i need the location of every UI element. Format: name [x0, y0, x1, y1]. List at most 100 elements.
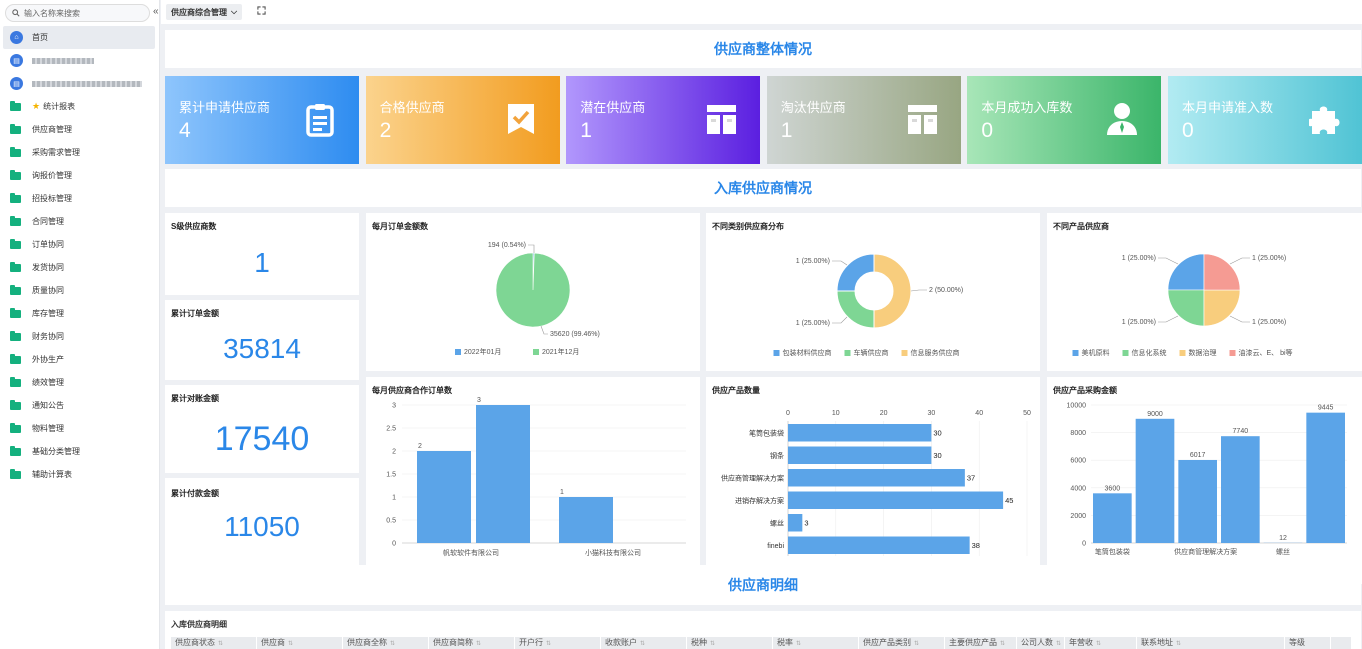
folder-icon: [10, 399, 21, 410]
data-label: 45: [1005, 496, 1013, 505]
sidebar-item[interactable]: 财务协同: [0, 325, 160, 348]
table-column-header[interactable]: 税率 ⇅: [773, 637, 859, 649]
sidebar-item[interactable]: 质量协同: [0, 279, 160, 302]
sidebar-item-label: 辅助计算表: [32, 470, 72, 479]
sort-icon[interactable]: ⇅: [640, 641, 645, 647]
table-column-header[interactable]: 供应产品类别 ⇅: [859, 637, 945, 649]
table-column-header[interactable]: 税种 ⇅: [687, 637, 773, 649]
chevron-down-icon[interactable]: ⌵: [231, 7, 237, 17]
slice-label: 1 (25.00%): [796, 320, 830, 327]
chart-card-monthly-order: 每月订单金额数 194 (0.54%) 35620 (99.46%) 2022年01…: [366, 213, 700, 371]
table-column-header[interactable]: 等级: [1285, 637, 1331, 649]
product-amount-bar-chart: 0 2000 4000 6000 8000 10000 3600 笔筒包装袋 9000 6017 供…: [1067, 403, 1347, 577]
legend-swatch: [844, 350, 851, 356]
sidebar-item[interactable]: 发货协同: [0, 256, 160, 279]
chart-title: 不同产品供应商: [1053, 222, 1109, 231]
slice-label: 194 (0.54%): [488, 242, 526, 249]
sidebar-item[interactable]: 询报价管理: [0, 164, 160, 187]
y-tick-label: 进销存解决方案: [735, 496, 784, 505]
leader-line: [1158, 315, 1179, 323]
sidebar-item-label: 首页: [32, 33, 48, 42]
table-column-header[interactable]: 主要供应产品 ⇅: [945, 637, 1017, 649]
sidebar-item[interactable]: 招投标管理: [0, 187, 160, 210]
table-column-header[interactable]: 供应商 ⇅: [257, 637, 343, 649]
table-column-header[interactable]: 公司人数 ⇅: [1017, 637, 1065, 649]
sidebar-item[interactable]: 订单协同: [0, 233, 160, 256]
y-tick-label: 2.5: [386, 426, 396, 433]
chart-card-category-dist: 不同类别供应商分布 1 (25.00%) 1 (25.00%) 2 (50.00%)…: [706, 213, 1040, 371]
sidebar-item-label: 通知公告: [32, 401, 64, 410]
sort-icon[interactable]: ⇅: [218, 641, 223, 647]
tab-supplier-overview[interactable]: 供应商综合管理 ⌵: [166, 4, 243, 20]
sort-icon[interactable]: ⇅: [546, 641, 551, 647]
table-column-header[interactable]: 供应商全称 ⇅: [343, 637, 429, 649]
chart-title: 供应产品数量: [712, 386, 760, 395]
pie-slice: [1203, 289, 1241, 327]
column-label: 等级: [1289, 638, 1305, 647]
sidebar-item[interactable]: 绩效管理: [0, 371, 160, 394]
sidebar-menu: ⌂ 首页 ▤ ▤ ★ 统计报表 供应商管理 采购需求管理 询报价管理 招投标管理 合同管理 订单协同发…: [0, 26, 160, 486]
sort-icon[interactable]: ⇅: [914, 641, 919, 647]
table-column-header[interactable]: 联系地址 ⇅: [1137, 637, 1285, 649]
redacted-label: [32, 57, 94, 64]
table-column-header[interactable]: 供应商状态 ⇅: [171, 637, 257, 649]
column-label: 开户行: [519, 638, 543, 647]
sidebar-item[interactable]: 物料管理: [0, 417, 160, 440]
table-column-header[interactable]: 收款账户 ⇅: [601, 637, 687, 649]
search-input[interactable]: [24, 8, 134, 18]
fullscreen-icon[interactable]: [257, 6, 266, 15]
data-label: 30: [933, 428, 941, 437]
sidebar-item[interactable]: 合同管理: [0, 210, 160, 233]
sidebar-item[interactable]: 辅助计算表: [0, 463, 160, 486]
legend-label: 信息服务供应商: [911, 348, 960, 357]
donut-slice: [836, 290, 875, 329]
sort-icon[interactable]: ⇅: [1056, 641, 1061, 647]
sort-icon[interactable]: ⇅: [796, 641, 801, 647]
grid-icon: [907, 105, 937, 134]
sort-icon[interactable]: ⇅: [390, 641, 395, 647]
sort-icon[interactable]: ⇅: [476, 641, 481, 647]
dashboard: 供应商整体情况 累计申请供应商 4 合格供应商 2 潜在供应商 1 淘汰供应商 1 本月成功入库…: [164, 30, 1362, 649]
sort-icon[interactable]: ⇅: [288, 641, 293, 647]
sidebar-item-label: 外协生产: [32, 355, 64, 364]
table-column-header[interactable]: 开户行 ⇅: [515, 637, 601, 649]
table-column-header[interactable]: 年营收 ⇅: [1065, 637, 1137, 649]
table-column-header[interactable]: 供应商简称 ⇅: [429, 637, 515, 649]
column-label: 供应商状态: [175, 638, 215, 647]
donut-slice: [873, 253, 912, 329]
data-label: 3: [477, 397, 481, 404]
sidebar-item-label: 统计报表: [43, 102, 76, 111]
sidebar-item[interactable]: ★ 统计报表: [0, 95, 160, 118]
sidebar-item[interactable]: ▤: [0, 49, 160, 72]
kpi-value: 0: [981, 119, 994, 142]
leader-line: [1229, 315, 1250, 323]
column-label: 联系地址: [1141, 638, 1173, 647]
sidebar-item[interactable]: 外协生产: [0, 348, 160, 371]
sidebar-item[interactable]: ⌂ 首页: [3, 26, 155, 49]
legend-label: 美机原料: [1082, 348, 1110, 357]
search-box[interactable]: [5, 4, 150, 22]
folder-icon: [10, 100, 21, 111]
y-tick-label: 0.5: [386, 518, 396, 525]
pie-slice: [1167, 253, 1205, 291]
sidebar-item[interactable]: 库存管理: [0, 302, 160, 325]
kpi-value: 1: [780, 119, 793, 142]
sidebar-item[interactable]: 供应商管理: [0, 118, 160, 141]
table-title: 入库供应商明细: [171, 620, 227, 629]
kpi-value: 2: [379, 119, 392, 142]
sort-icon[interactable]: ⇅: [1176, 641, 1181, 647]
kpi-label: 累计申请供应商: [179, 100, 271, 115]
folder-icon: [10, 353, 21, 364]
star-icon: ★: [32, 101, 41, 111]
sidebar-item[interactable]: 基础分类管理: [0, 440, 160, 463]
sort-icon[interactable]: ⇅: [710, 641, 715, 647]
folder-icon: [10, 192, 21, 203]
column-label: 供应产品类别: [863, 638, 911, 647]
sidebar-item[interactable]: 通知公告: [0, 394, 160, 417]
collapse-sidebar-icon[interactable]: «: [153, 6, 159, 17]
bar: [417, 451, 471, 543]
sidebar-item[interactable]: ▤: [0, 72, 160, 95]
sidebar-item[interactable]: 采购需求管理: [0, 141, 160, 164]
sort-icon[interactable]: ⇅: [1000, 641, 1005, 647]
sort-icon[interactable]: ⇅: [1096, 641, 1101, 647]
